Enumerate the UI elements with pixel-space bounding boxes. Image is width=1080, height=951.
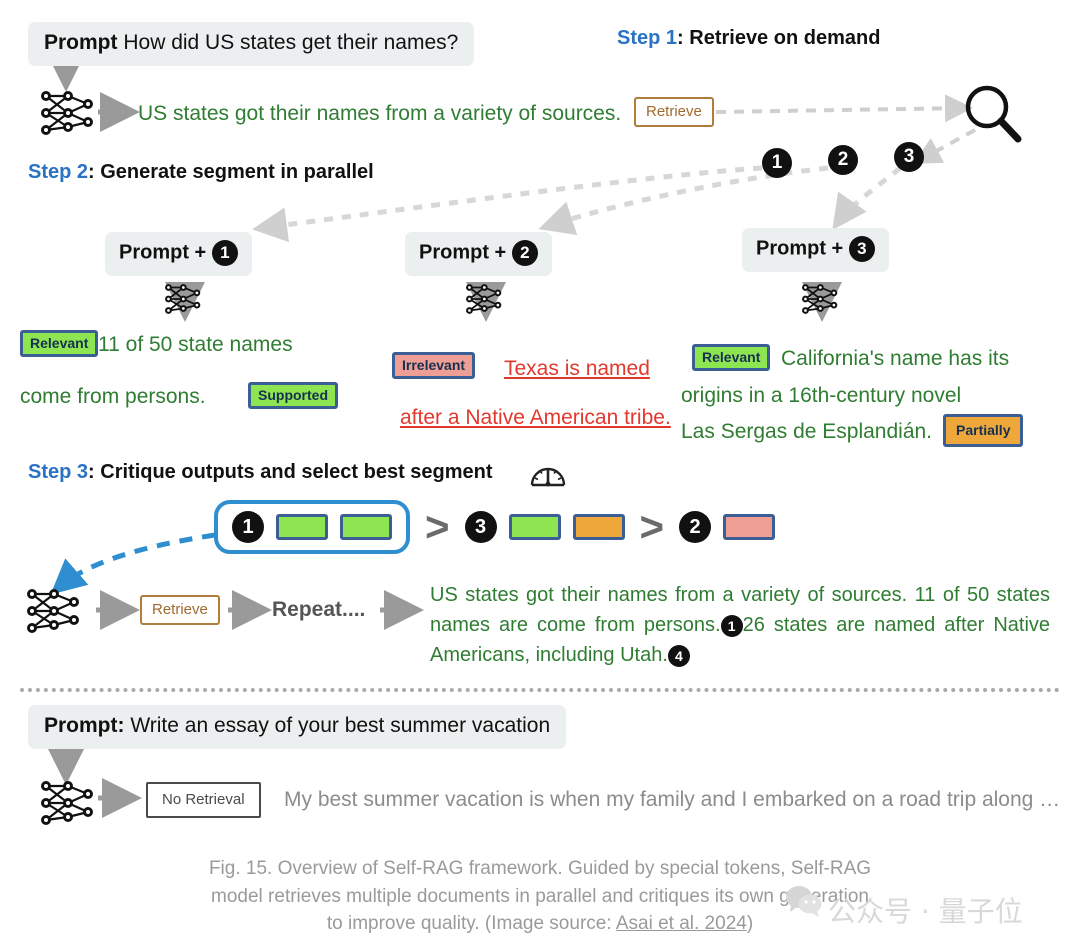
tag-supported-1: Supported <box>248 382 338 409</box>
comparator-2: > <box>639 503 665 551</box>
ranking-doc-2: 2 <box>679 511 712 543</box>
prompt-box-1-label: Prompt + <box>119 241 212 264</box>
step2-heading-number: Step 2 <box>28 161 89 183</box>
ranking-swatch-green <box>276 514 328 540</box>
ranking-swatch-red <box>723 514 776 540</box>
step2-heading-text: : Generate segment in parallel <box>88 161 374 183</box>
doc-circle-1: 1 <box>762 148 792 178</box>
prompt-box-3-label: Prompt + <box>756 237 849 260</box>
segment-2-line1: Texas is named <box>504 357 650 380</box>
ranking-row: 1 > 3 > 2 <box>214 500 776 554</box>
neural-network-icon <box>165 284 201 314</box>
tag-relevant-3: Relevant <box>692 344 771 371</box>
ranking-swatch-green <box>508 514 561 540</box>
doc-circle-3: 3 <box>894 142 924 172</box>
top-prompt-text: How did US states get their names? <box>123 31 459 54</box>
ranking-doc-1: 1 <box>232 511 264 543</box>
neural-network-icon <box>41 781 93 825</box>
neural-network-icon <box>27 589 79 633</box>
step1-heading: Step 1: Retrieve on demand <box>617 27 880 50</box>
neural-network-icon <box>802 284 838 314</box>
ranking-swatch-green <box>340 514 392 540</box>
prompt-box-2-doc: 2 <box>511 240 538 266</box>
step1-heading-text: : Retrieve on demand <box>677 27 881 49</box>
watermark-text: 公众号 · 量子位 <box>828 895 1023 928</box>
retrieve-token-step1[interactable]: Retrieve <box>634 97 714 127</box>
gauge-icon <box>530 467 566 487</box>
ranking-swatch-orange <box>572 514 625 540</box>
step1-heading-number: Step 1 <box>617 27 678 49</box>
repeat-label: Repeat.... <box>272 598 366 621</box>
prompt-box-3-doc: 3 <box>848 236 875 262</box>
final-answer-marker-2: 4 <box>667 644 690 667</box>
final-answer-marker-1: 1 <box>720 614 743 637</box>
no-retrieval-token[interactable]: No Retrieval <box>146 782 261 818</box>
caption-line-1: Fig. 15. Overview of Self-RAG framework.… <box>208 858 872 879</box>
segment-1-line2: come from persons. <box>20 385 206 408</box>
prompt-box-2: Prompt + 2 <box>405 232 552 276</box>
prompt-box-3: Prompt + 3 <box>742 228 889 272</box>
tag-partially-3: Partially <box>943 414 1024 447</box>
segment-2-line2: after a Native American tribe. <box>400 406 671 429</box>
prompt-box-1-doc: 1 <box>211 240 238 266</box>
step3-heading-text: : Critique outputs and select best segme… <box>88 461 493 483</box>
prompt-box-1: Prompt + 1 <box>105 232 252 276</box>
doc-circle-2: 2 <box>828 145 858 175</box>
top-prompt-bar: Prompt How did US states get their names… <box>28 22 475 67</box>
ranking-item-best[interactable]: 1 <box>214 500 410 554</box>
caption-line-3-pre: to improve quality. (Image source: <box>326 913 616 935</box>
tag-irrelevant-2: Irrelevant <box>392 352 476 379</box>
search-icon <box>965 85 1022 143</box>
step3-heading-number: Step 3 <box>28 461 89 483</box>
segment-3-line2: origins in a 16th-century novel <box>681 384 962 407</box>
tag-relevant-1: Relevant <box>20 330 99 357</box>
bottom-answer: My best summer vacation is when my famil… <box>284 788 1061 811</box>
step3-heading: Step 3: Critique outputs and select best… <box>28 461 493 484</box>
segment-1-line1: 11 of 50 state names <box>98 333 293 356</box>
top-prompt-label: Prompt <box>44 31 118 54</box>
ranking-doc-3: 3 <box>464 511 497 543</box>
ranking-item-third[interactable]: 2 <box>679 511 776 543</box>
step2-heading: Step 2: Generate segment in parallel <box>28 161 374 184</box>
wechat-icon <box>786 886 822 917</box>
comparator-1: > <box>425 503 450 551</box>
figure-canvas: Prompt How did US states get their names… <box>0 0 1080 951</box>
section-divider <box>20 688 1060 692</box>
bottom-prompt-bar: Prompt: Write an essay of your best summ… <box>28 705 567 750</box>
step1-model-output: US states got their names from a variety… <box>138 102 622 125</box>
bottom-prompt-label: Prompt: <box>44 714 125 737</box>
segment-3-line3: Las Sergas de Esplandián. <box>681 420 933 443</box>
caption-source-link[interactable]: Asai et al. 2024 <box>616 913 747 934</box>
neural-network-icon <box>41 91 93 135</box>
bottom-prompt-text: Write an essay of your best summer vacat… <box>124 714 551 737</box>
neural-network-icon <box>466 284 502 314</box>
ranking-item-second[interactable]: 3 <box>464 511 625 543</box>
prompt-box-2-label: Prompt + <box>419 241 512 264</box>
caption-line-3-post: ) <box>746 913 754 935</box>
retrieve-token-step3[interactable]: Retrieve <box>140 595 220 625</box>
final-answer: US states got their names from a variety… <box>430 580 1050 670</box>
segment-3-line1: California's name has its <box>781 347 1010 370</box>
